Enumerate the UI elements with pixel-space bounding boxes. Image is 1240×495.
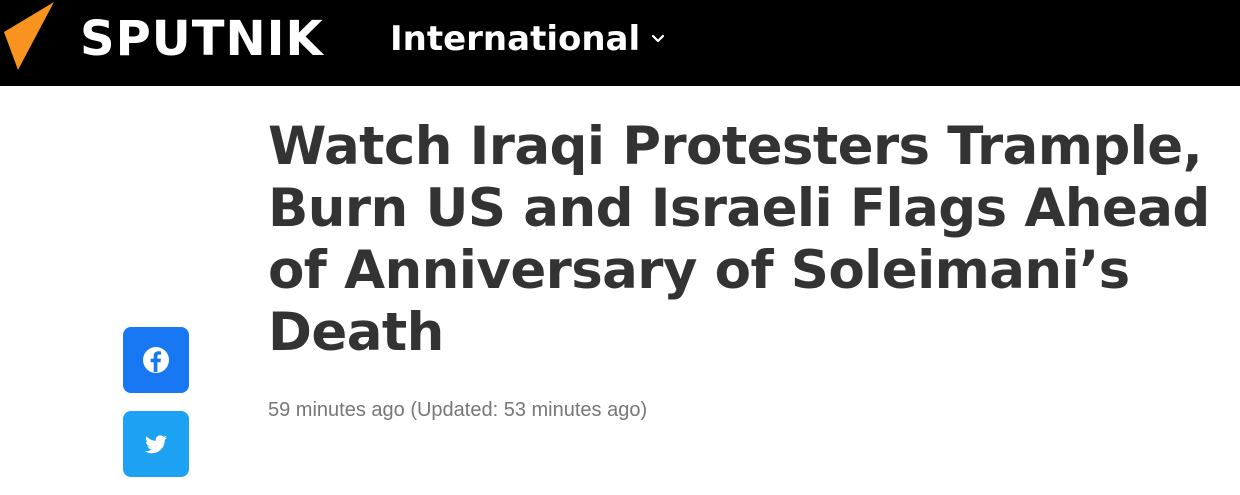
share-bar <box>123 327 189 495</box>
facebook-share-button[interactable] <box>123 327 189 393</box>
site-header: SPUTNIK International <box>0 0 1240 86</box>
twitter-share-button[interactable] <box>123 411 189 477</box>
updated-time: (Updated: 53 minutes ago) <box>410 399 648 421</box>
published-time: 59 minutes ago <box>268 399 405 421</box>
facebook-icon <box>143 347 169 373</box>
brand-logo[interactable]: SPUTNIK <box>80 4 324 74</box>
article-meta: 59 minutes ago (Updated: 53 minutes ago) <box>268 396 647 424</box>
chevron-down-icon <box>652 34 665 43</box>
sputnik-logo-icon[interactable] <box>4 2 54 72</box>
twitter-icon <box>145 435 167 454</box>
edition-selector[interactable]: International <box>390 4 666 74</box>
article-title: Watch Iraqi Protesters Trample, Burn US … <box>268 116 1210 363</box>
edition-label: International <box>390 19 641 59</box>
